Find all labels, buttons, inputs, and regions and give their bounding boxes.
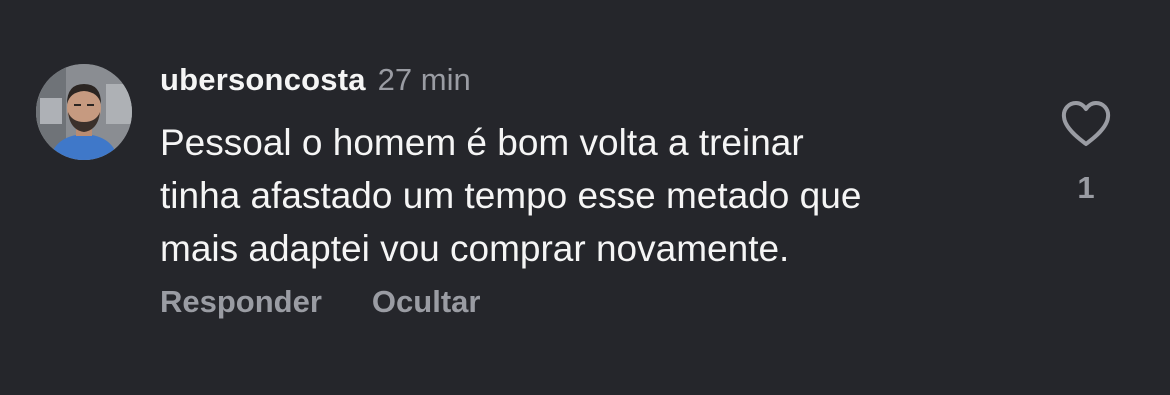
hide-button[interactable]: Ocultar — [372, 284, 481, 320]
comment-actions: Responder Ocultar — [160, 284, 480, 320]
comment: ubersoncosta 27 min Pessoal o homem é bo… — [0, 0, 1170, 395]
like-count: 1 — [1077, 170, 1095, 205]
comment-header: ubersoncosta 27 min — [160, 62, 1020, 102]
avatar[interactable] — [36, 64, 132, 160]
avatar-photo — [36, 64, 132, 160]
comment-text: Pessoal o homem é bom volta a treinar ti… — [160, 122, 862, 269]
timestamp: 27 min — [377, 62, 471, 97]
reply-button[interactable]: Responder — [160, 284, 322, 320]
comment-body: ubersoncosta 27 min Pessoal o homem é bo… — [160, 62, 1020, 275]
heart-outline-icon[interactable] — [1060, 100, 1112, 148]
username[interactable]: ubersoncosta — [160, 62, 366, 98]
like-control: 1 — [1058, 100, 1114, 206]
